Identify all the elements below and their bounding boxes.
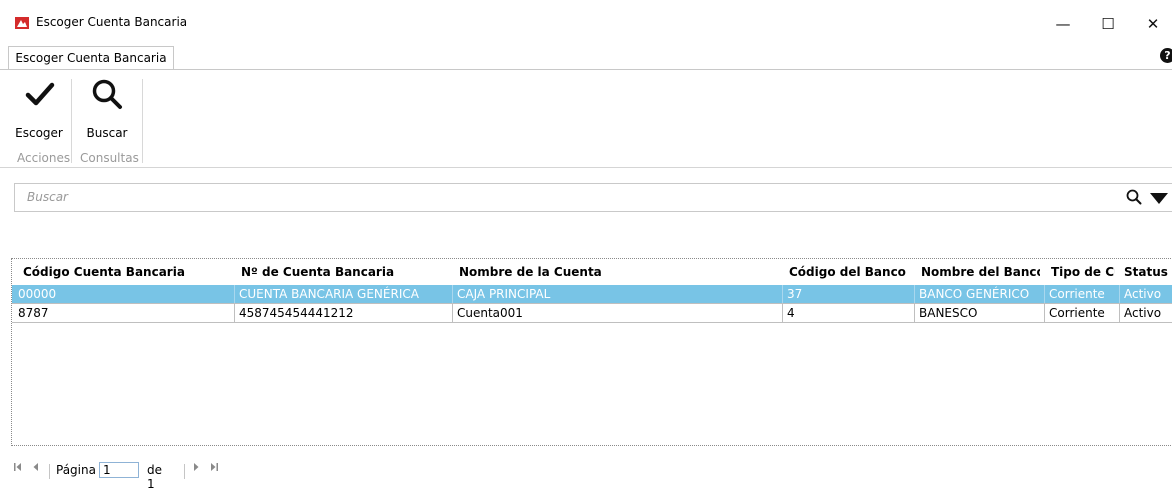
close-button[interactable]: ✕ bbox=[1130, 9, 1172, 39]
cell-codigo-cuenta: 00000 bbox=[18, 287, 57, 301]
search-icon bbox=[91, 78, 123, 113]
cell-tipo-cuenta: Corriente bbox=[1044, 304, 1119, 322]
column-header-codigo-cuenta[interactable]: Código Cuenta Bancaria bbox=[12, 259, 230, 285]
title-bar: Escoger Cuenta Bancaria — ☐ ✕ bbox=[0, 0, 1172, 41]
first-page-icon[interactable] bbox=[14, 462, 22, 475]
cell-tipo-cuenta: Corriente bbox=[1044, 285, 1119, 303]
column-header-codigo-banco[interactable]: Código del Banco bbox=[778, 259, 910, 285]
table-row[interactable]: 00000 CUENTA BANCARIA GENÉRICA CAJA PRIN… bbox=[12, 285, 1172, 303]
app-icon bbox=[15, 17, 29, 29]
cell-codigo-banco: 4 bbox=[782, 304, 914, 322]
cell-nombre-banco: BANCO GENÉRICO bbox=[914, 285, 1044, 303]
filter-dropdown-icon[interactable] bbox=[1150, 193, 1168, 207]
escoger-button[interactable]: Escoger bbox=[11, 80, 67, 150]
column-header-status[interactable]: Status bbox=[1115, 259, 1172, 285]
buscar-label: Buscar bbox=[86, 126, 128, 140]
next-page-icon[interactable] bbox=[193, 462, 199, 475]
group-label-acciones: Acciones bbox=[17, 151, 71, 165]
cell-status: Activo bbox=[1119, 285, 1172, 303]
tab-escoger-cuenta[interactable]: Escoger Cuenta Bancaria bbox=[8, 46, 174, 70]
cell-nombre-cuenta: Cuenta001 bbox=[452, 304, 782, 322]
grid-header: Código Cuenta Bancaria Nº de Cuenta Banc… bbox=[12, 259, 1172, 285]
group-label-consultas: Consultas bbox=[80, 151, 139, 165]
cell-codigo-banco: 37 bbox=[782, 285, 914, 303]
column-header-nombre-banco[interactable]: Nombre del Banco bbox=[910, 259, 1040, 285]
cell-status: Activo bbox=[1119, 304, 1172, 322]
column-header-numero-cuenta[interactable]: Nº de Cuenta Bancaria bbox=[230, 259, 448, 285]
escoger-label: Escoger bbox=[15, 126, 63, 140]
column-header-tipo-cuenta[interactable]: Tipo de Cu bbox=[1040, 259, 1115, 285]
cell-numero-cuenta: 458745454441212 bbox=[234, 304, 452, 322]
buscar-button[interactable]: Buscar bbox=[79, 78, 135, 150]
cell-numero-cuenta: CUENTA BANCARIA GENÉRICA bbox=[234, 285, 452, 303]
checkmark-icon bbox=[25, 80, 55, 111]
cell-codigo-cuenta: 8787 bbox=[18, 306, 49, 320]
group-separator bbox=[71, 79, 72, 163]
help-icon[interactable]: ? bbox=[1160, 48, 1172, 63]
page-label: Página bbox=[56, 463, 96, 477]
tab-divider bbox=[0, 69, 1172, 70]
search-bar bbox=[14, 183, 1172, 212]
page-number-input[interactable] bbox=[99, 462, 139, 478]
minimize-button[interactable]: — bbox=[1040, 9, 1086, 39]
accounts-grid: Código Cuenta Bancaria Nº de Cuenta Banc… bbox=[11, 258, 1172, 446]
maximize-button[interactable]: ☐ bbox=[1085, 9, 1131, 39]
window-title: Escoger Cuenta Bancaria bbox=[36, 15, 188, 29]
search-icon[interactable] bbox=[1126, 189, 1142, 208]
table-row[interactable]: 8787 458745454441212 Cuenta001 4 BANESCO… bbox=[12, 303, 1172, 323]
pager-separator bbox=[184, 464, 185, 479]
cell-nombre-cuenta: CAJA PRINCIPAL bbox=[452, 285, 782, 303]
ribbon-bottom-border bbox=[0, 167, 1172, 168]
search-input[interactable] bbox=[27, 190, 1087, 204]
pager-separator bbox=[49, 464, 50, 479]
group-separator bbox=[142, 79, 143, 163]
cell-nombre-banco: BANESCO bbox=[914, 304, 1044, 322]
column-header-nombre-cuenta[interactable]: Nombre de la Cuenta bbox=[448, 259, 778, 285]
last-page-icon[interactable] bbox=[210, 462, 218, 475]
previous-page-icon[interactable] bbox=[33, 462, 39, 475]
